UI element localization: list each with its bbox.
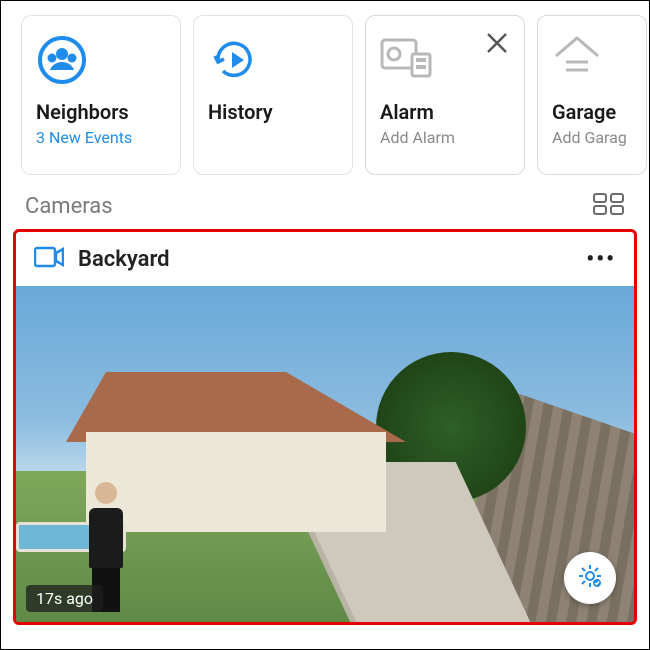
camera-card-header: Backyard ••• — [16, 232, 634, 286]
dashboard-tiles-row: Neighbors 3 New Events History — [1, 1, 649, 187]
garage-tile[interactable]: Garage Add Garag — [537, 15, 647, 175]
cameras-section-label: Cameras — [25, 194, 113, 219]
neighbors-tile[interactable]: Neighbors 3 New Events — [21, 15, 181, 175]
alarm-sub: Add Alarm — [380, 128, 510, 147]
garage-label: Garage — [552, 100, 632, 124]
garage-sub: Add Garag — [552, 128, 632, 147]
cameras-section-header: Cameras — [1, 187, 649, 229]
camera-settings-button[interactable] — [564, 552, 616, 604]
camera-card-backyard[interactable]: Backyard ••• 17s ago — [13, 229, 637, 625]
history-label: History — [208, 100, 338, 124]
camera-preview[interactable]: 17s ago — [16, 286, 634, 622]
grid-view-icon[interactable] — [593, 193, 625, 219]
neighbors-icon — [36, 34, 166, 98]
gear-icon — [577, 563, 603, 593]
neighbors-sub[interactable]: 3 New Events — [36, 128, 166, 147]
alarm-tile[interactable]: Alarm Add Alarm — [365, 15, 525, 175]
garage-icon — [552, 34, 632, 98]
camera-name: Backyard — [78, 247, 572, 272]
close-icon[interactable] — [484, 30, 510, 60]
history-icon — [208, 34, 338, 98]
history-tile[interactable]: History — [193, 15, 353, 175]
timestamp-badge: 17s ago — [26, 585, 103, 612]
alarm-label: Alarm — [380, 100, 510, 124]
neighbors-label: Neighbors — [36, 100, 166, 124]
camera-icon — [34, 246, 64, 272]
more-options-icon[interactable]: ••• — [586, 247, 616, 272]
